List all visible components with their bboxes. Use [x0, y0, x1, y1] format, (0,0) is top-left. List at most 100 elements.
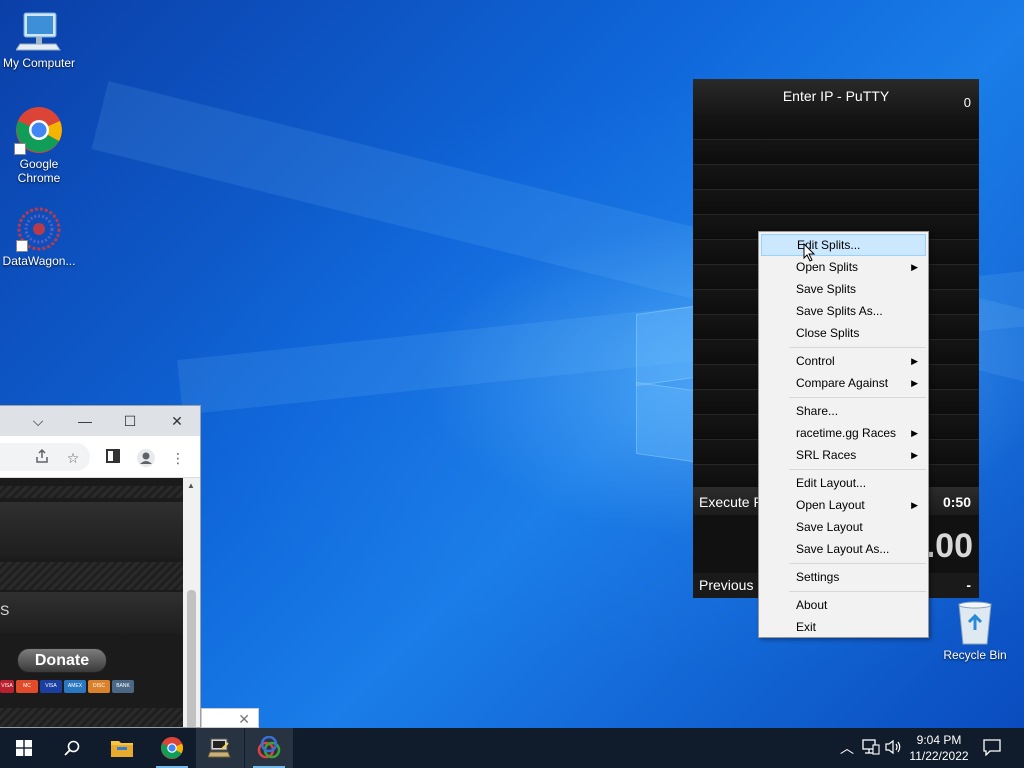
- submenu-arrow-icon: ▶: [911, 450, 918, 460]
- current-split-time: 0:50: [942, 494, 971, 510]
- menu-item-label: Close Splits: [796, 326, 860, 340]
- menu-item-label: Share...: [796, 404, 839, 418]
- desktop-icon-recycle-bin[interactable]: Recycle Bin: [936, 600, 1014, 662]
- taskbar-clock[interactable]: 9:04 PM 11/22/2022: [904, 732, 974, 764]
- livesplit-title-bar: Enter IP - PuTTY 0: [693, 79, 979, 115]
- recycle-bin-icon: [953, 600, 997, 646]
- browser-toolbar: ☆ ⋮: [0, 436, 200, 478]
- split-row: [693, 115, 979, 140]
- menu-item-label: SRL Races: [796, 448, 857, 462]
- page-text-fragment: S: [0, 602, 10, 618]
- menu-item-edit-splits[interactable]: Edit Splits...: [761, 234, 926, 256]
- menu-item-control[interactable]: Control ▶: [761, 350, 926, 372]
- split-row: [693, 140, 979, 165]
- desktop-icon-google-chrome[interactable]: Google Chrome: [0, 105, 78, 185]
- menu-item-racetime-races[interactable]: racetime.gg Races ▶: [761, 422, 926, 444]
- profile-avatar-icon[interactable]: [136, 448, 156, 468]
- notification-popup: ✕: [201, 708, 259, 728]
- windows-start-icon: [16, 740, 32, 756]
- network-icon[interactable]: [862, 739, 880, 758]
- taskbar-putty[interactable]: [196, 728, 244, 768]
- previous-segment-label: Previous S: [699, 577, 767, 593]
- shortcut-arrow-icon: [16, 240, 28, 252]
- minimize-button[interactable]: —: [76, 412, 94, 430]
- popup-close-icon[interactable]: ✕: [238, 711, 250, 728]
- action-center-icon[interactable]: [983, 739, 1001, 759]
- taskbar-google-chrome[interactable]: [148, 728, 196, 768]
- desktop-icon-label: Google Chrome: [17, 157, 61, 185]
- menu-item-open-splits[interactable]: Open Splits ▶: [761, 256, 926, 278]
- menu-item-label: Edit Layout...: [796, 476, 867, 490]
- menu-item-save-layout-as[interactable]: Save Layout As...: [761, 538, 926, 560]
- desktop-icon-label: My Computer: [2, 56, 76, 70]
- scrollbar-thumb[interactable]: [187, 590, 196, 727]
- menu-item-label: About: [796, 598, 828, 612]
- menu-item-label: Save Splits As...: [796, 304, 883, 318]
- close-button[interactable]: ✕: [168, 412, 186, 430]
- split-row: [693, 190, 979, 215]
- menu-item-settings[interactable]: Settings: [761, 566, 926, 588]
- menu-item-save-splits[interactable]: Save Splits: [761, 278, 926, 300]
- browser-titlebar: ⌵ — ☐ ✕: [0, 406, 200, 436]
- putty-icon: [208, 738, 231, 758]
- desktop-icon-my-computer[interactable]: My Computer: [0, 10, 78, 70]
- main-timer: .00: [925, 527, 973, 565]
- menu-item-label: Save Layout: [796, 520, 863, 534]
- card-logo: VISA: [0, 680, 14, 693]
- taskbar: ︿ 9:04 PM 11/22/2022: [0, 728, 1024, 768]
- menu-item-close-splits[interactable]: Close Splits: [761, 322, 926, 344]
- page-stripe: [0, 486, 183, 498]
- page-stripe: [0, 562, 183, 590]
- previous-segment-value: -: [966, 577, 971, 593]
- menu-item-share[interactable]: Share...: [761, 400, 926, 422]
- submenu-arrow-icon: ▶: [911, 262, 918, 272]
- share-icon[interactable]: [32, 448, 52, 468]
- kebab-menu-icon[interactable]: ⋮: [168, 448, 188, 468]
- card-logo: AMEX: [64, 680, 86, 693]
- donate-button[interactable]: Donate: [17, 648, 107, 673]
- menu-item-about[interactable]: About: [761, 594, 926, 616]
- page-scrollbar[interactable]: ▲: [183, 478, 200, 727]
- tab-search-dropdown-icon[interactable]: ⌵: [29, 412, 47, 430]
- maximize-button[interactable]: ☐: [121, 412, 139, 430]
- card-logo: DISC: [88, 680, 110, 693]
- desktop-icon-datawagon[interactable]: DataWagon...: [0, 206, 78, 268]
- taskbar-file-explorer[interactable]: [98, 728, 146, 768]
- page-stripe: [0, 708, 183, 727]
- menu-item-compare-against[interactable]: Compare Against ▶: [761, 372, 926, 394]
- show-hidden-icons-chevron-icon[interactable]: ︿: [840, 738, 854, 758]
- menu-item-save-layout[interactable]: Save Layout: [761, 516, 926, 538]
- card-logo: MC: [16, 680, 38, 693]
- card-logo: VISA: [40, 680, 62, 693]
- card-logo: BANK: [112, 680, 134, 693]
- mouse-pointer-icon: [803, 242, 817, 266]
- clock-time: 9:04 PM: [916, 733, 962, 747]
- desktop-icon-label: DataWagon...: [2, 254, 76, 268]
- menu-item-label: Save Layout As...: [796, 542, 890, 556]
- menu-item-label: Open Layout: [796, 498, 865, 512]
- menu-item-exit[interactable]: Exit: [761, 616, 926, 638]
- start-button[interactable]: [0, 728, 48, 768]
- menu-item-label: Compare Against: [796, 376, 889, 390]
- page-header-block: [0, 502, 183, 558]
- attempt-counter: 0: [963, 95, 971, 110]
- menu-item-edit-layout[interactable]: Edit Layout...: [761, 472, 926, 494]
- menu-item-save-splits-as[interactable]: Save Splits As...: [761, 300, 926, 322]
- submenu-arrow-icon: ▶: [911, 356, 918, 366]
- volume-icon[interactable]: [885, 739, 903, 758]
- taskbar-livesplit[interactable]: [245, 728, 293, 768]
- search-button[interactable]: [48, 728, 96, 768]
- scroll-up-arrow-icon[interactable]: ▲: [187, 481, 195, 490]
- computer-icon: [15, 10, 62, 54]
- desktop-icon-label: Recycle Bin: [943, 648, 1007, 662]
- shortcut-arrow-icon: [14, 143, 26, 155]
- menu-item-label: Control: [796, 354, 835, 368]
- menu-item-label: Exit: [796, 620, 817, 634]
- chrome-window: ⌵ — ☐ ✕ ☆ ⋮ S Donate VISA MC VISA AMEX DISC B…: [0, 405, 201, 728]
- side-panel-icon[interactable]: [103, 448, 123, 468]
- menu-item-open-layout[interactable]: Open Layout ▶: [761, 494, 926, 516]
- split-row: [693, 165, 979, 190]
- bookmark-star-icon[interactable]: ☆: [63, 448, 83, 468]
- page-section-block: [0, 592, 183, 634]
- menu-item-srl-races[interactable]: SRL Races ▶: [761, 444, 926, 466]
